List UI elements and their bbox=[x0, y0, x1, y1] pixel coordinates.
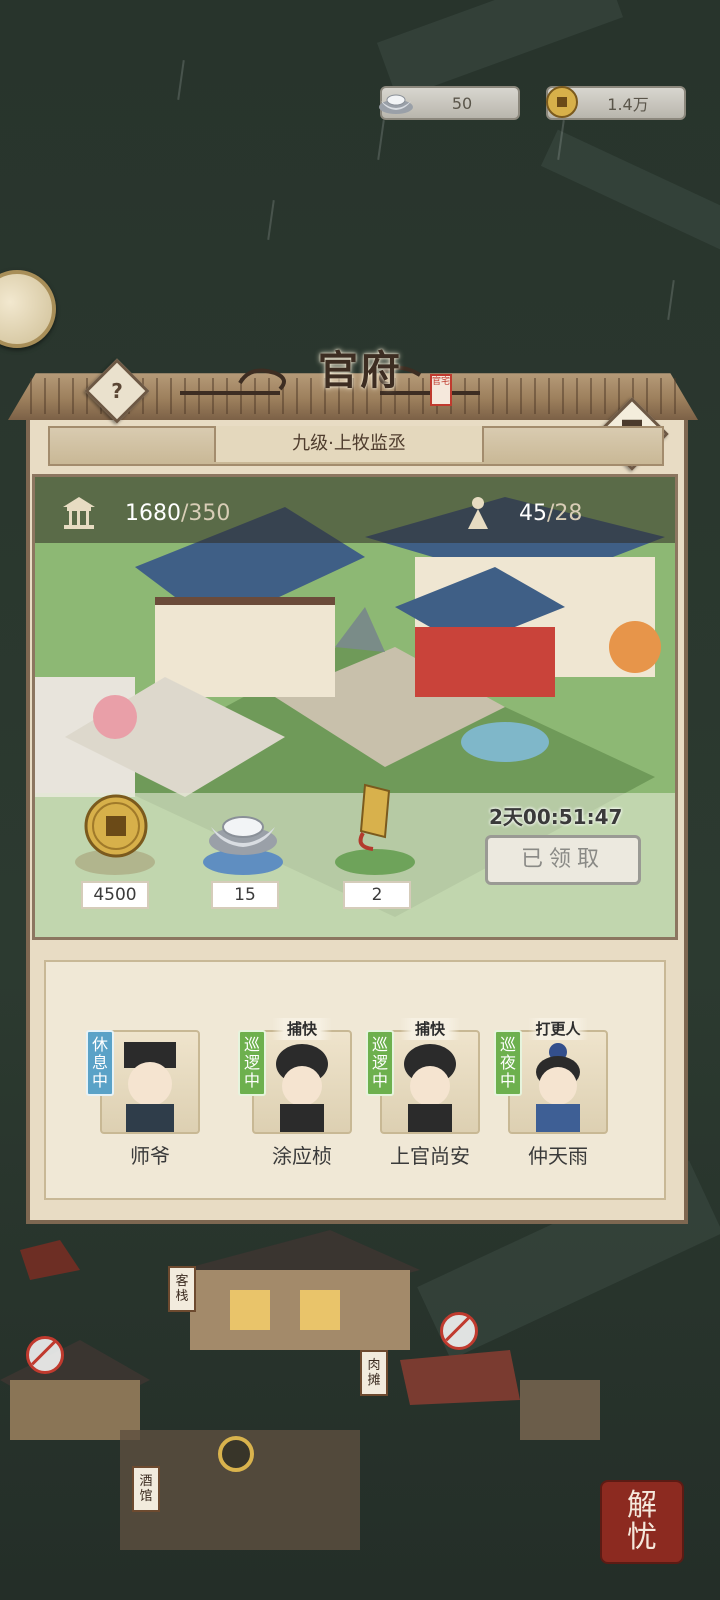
silver-counter[interactable]: 50 bbox=[379, 86, 520, 120]
constable-avatar bbox=[404, 1044, 456, 1132]
villager-icon bbox=[468, 497, 488, 529]
advisor-avatar bbox=[124, 1042, 176, 1132]
watchman-avatar bbox=[536, 1043, 580, 1132]
token-plaque-icon bbox=[358, 783, 391, 851]
reward-amount: 2 bbox=[343, 881, 411, 909]
copper-coin-icon bbox=[542, 82, 582, 122]
staff-name: 上官尚安 bbox=[390, 1144, 470, 1168]
relief-button-line2: 忧 bbox=[627, 1520, 657, 1555]
reward-silver: 15 bbox=[195, 791, 291, 909]
staff-portrait bbox=[100, 1030, 200, 1134]
staff-card[interactable]: 打更人 巡夜中 仲天雨 bbox=[494, 1018, 608, 1170]
staff-card[interactable]: 捕快 巡逻中 上官尚安 bbox=[366, 1018, 480, 1170]
copper-coin-icon bbox=[84, 794, 148, 858]
map-label-tavern[interactable]: 酒馆 bbox=[132, 1466, 160, 1512]
claim-button[interactable]: 已领取 bbox=[485, 835, 641, 885]
staff-portrait bbox=[380, 1030, 480, 1134]
silver-value: 50 bbox=[451, 93, 473, 113]
staff-status: 巡夜中 bbox=[494, 1030, 522, 1096]
prosperity-max: /350 bbox=[181, 500, 231, 526]
staff-status: 休息中 bbox=[86, 1030, 114, 1096]
prosperity-stat: 1680 /350 bbox=[59, 495, 230, 531]
reward-coin: 4500 bbox=[67, 791, 163, 909]
staff-portrait bbox=[508, 1030, 608, 1134]
reward-token: 2 bbox=[327, 783, 423, 909]
reward-amount: 15 bbox=[211, 881, 279, 909]
population-max: /28 bbox=[547, 500, 583, 526]
staff-name: 涂应桢 bbox=[272, 1144, 332, 1168]
population-stat: 45 /28 bbox=[463, 495, 582, 531]
staff-portrait bbox=[252, 1030, 352, 1134]
staff-name: 仲天雨 bbox=[528, 1144, 588, 1168]
question-icon: ? bbox=[111, 379, 123, 403]
staff-card[interactable]: 捕快 巡逻中 涂应桢 bbox=[238, 1018, 352, 1170]
staff-role: 捕快 bbox=[400, 1018, 460, 1040]
rank-label: 九级·上牧监丞 bbox=[214, 426, 484, 462]
ring-icon[interactable] bbox=[218, 1436, 254, 1472]
constable-avatar bbox=[276, 1044, 328, 1132]
coin-value: 1.4万 bbox=[607, 95, 649, 114]
reward-timer: 2天00:51:47 bbox=[489, 805, 623, 829]
prosperity-current: 1680 bbox=[125, 500, 181, 526]
reward-amount: 4500 bbox=[81, 881, 149, 909]
panel-title: 官府 bbox=[318, 347, 402, 394]
no-wine-icon bbox=[440, 1312, 478, 1350]
staff-card[interactable]: 休息中 师爷 bbox=[86, 1030, 200, 1170]
staff-status: 巡逻中 bbox=[238, 1030, 266, 1096]
map-label-butcher[interactable]: 肉摊 bbox=[360, 1350, 388, 1396]
pavilion-icon bbox=[63, 497, 95, 529]
no-wine-icon bbox=[26, 1336, 64, 1374]
relief-button[interactable]: 解 忧 bbox=[600, 1480, 684, 1564]
title-seal: 官宅 bbox=[430, 374, 452, 406]
staff-status: 巡逻中 bbox=[366, 1030, 394, 1096]
staff-name: 师爷 bbox=[130, 1144, 170, 1168]
staff-role: 打更人 bbox=[528, 1018, 588, 1040]
map-label-inn[interactable]: 客栈 bbox=[168, 1266, 196, 1312]
staff-role: 捕快 bbox=[272, 1018, 332, 1040]
coin-counter[interactable]: 1.4万 bbox=[546, 86, 686, 120]
silver-ingot-icon bbox=[209, 816, 277, 855]
relief-button-line1: 解 bbox=[627, 1488, 657, 1523]
office-scene: 1680 /350 45 /28 4500 15 2 2天00:51:47 已领… bbox=[32, 474, 678, 940]
silver-ingot-icon bbox=[376, 82, 416, 122]
population-current: 45 bbox=[519, 500, 547, 526]
